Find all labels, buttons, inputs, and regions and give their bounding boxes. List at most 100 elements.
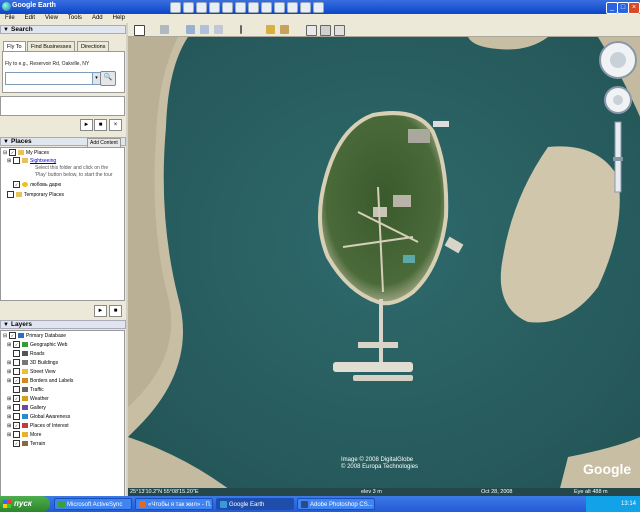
quick-tool-9[interactable] <box>274 2 285 13</box>
tour-play-button[interactable]: ► <box>94 305 107 317</box>
layer-item[interactable]: ⊞ ✓ Geographic Web <box>7 341 67 349</box>
status-coordinates: 25°13'10.2"N 55°08'15.20"E <box>130 489 199 495</box>
google-maps-icon[interactable] <box>334 25 345 36</box>
path-tool-icon[interactable] <box>200 25 209 34</box>
folder-icon <box>16 192 22 198</box>
play-button[interactable]: ► <box>80 119 93 131</box>
polygon-tool-icon[interactable] <box>186 25 195 34</box>
attribution-imagery: Image © 2008 DigitalGlobe <box>341 457 414 463</box>
layer-label: Borders and Labels <box>30 378 74 384</box>
menu-bar: File Edit View Tools Add Help <box>0 14 640 23</box>
taskbar-item[interactable]: «Чтобы я так жил» - П... <box>135 498 213 510</box>
layer-icon <box>22 432 28 438</box>
start-button[interactable]: пуск <box>0 496 50 512</box>
layer-checkbox[interactable]: ✓ <box>13 341 20 349</box>
layer-label: 3D Buildings <box>30 360 59 366</box>
satellite-image <box>128 37 640 496</box>
layer-checkbox[interactable] <box>13 368 20 376</box>
search-button[interactable]: 🔍 <box>100 71 116 86</box>
layer-checkbox[interactable] <box>13 413 20 421</box>
taskbar-item[interactable]: Google Earth <box>216 498 294 510</box>
layer-icon <box>22 423 28 429</box>
layer-item[interactable]: Traffic <box>7 386 44 394</box>
search-results-list <box>0 96 125 116</box>
layer-label: Gallery <box>30 405 46 411</box>
taskbar: пуск Microsoft ActiveSync «Чтобы я так жи… <box>0 496 640 512</box>
search-panel-header[interactable]: ▼ Search <box>0 25 126 34</box>
map-view[interactable]: Image © 2008 DigitalGlobe © 2008 Europa … <box>128 37 640 496</box>
quick-tool-10[interactable] <box>287 2 298 13</box>
layer-item[interactable]: ⊟ ✓ Primary Database <box>3 332 66 340</box>
menu-tools[interactable]: Tools <box>63 14 87 23</box>
print-icon[interactable] <box>320 25 331 36</box>
window-title: Google Earth <box>12 2 56 9</box>
ruler-icon[interactable] <box>240 25 242 34</box>
layer-icon <box>22 360 28 366</box>
places-item-placemark[interactable]: ✓ любовь дарю <box>13 181 61 189</box>
system-tray: 13:14 <box>586 496 640 512</box>
layer-item[interactable]: ⊞ More <box>7 431 41 439</box>
menu-edit[interactable]: Edit <box>20 14 40 23</box>
layer-item[interactable]: ⊞ Street View <box>7 368 55 376</box>
windows-logo-icon <box>3 500 11 508</box>
layer-checkbox[interactable] <box>13 431 20 439</box>
quick-tool-2[interactable] <box>183 2 194 13</box>
places-item-my-places[interactable]: ⊟ ✓ My Places <box>3 149 49 157</box>
places-item-temporary[interactable]: Temporary Places <box>7 191 64 199</box>
quick-tool-4[interactable] <box>209 2 220 13</box>
layer-checkbox[interactable] <box>13 350 20 358</box>
quick-tool-12[interactable] <box>313 2 324 13</box>
layer-item[interactable]: ⊞ ✓ Places of Interest <box>7 422 69 430</box>
menu-help[interactable]: Help <box>108 14 130 23</box>
layer-item[interactable]: Roads <box>7 350 44 358</box>
fly-to-hint: Fly to e.g., Reservoir Rd, Oakville, NY <box>5 61 90 67</box>
layer-checkbox[interactable]: ✓ <box>13 440 20 448</box>
layer-item[interactable]: ⊞ Gallery <box>7 404 46 412</box>
layer-label: Terrain <box>30 441 46 447</box>
sidebar-toggle-icon[interactable] <box>134 25 145 36</box>
layer-checkbox[interactable]: ✓ <box>13 377 20 385</box>
layer-checkbox[interactable]: ✓ <box>9 332 16 340</box>
app-icon <box>139 501 146 508</box>
layer-checkbox[interactable] <box>13 404 20 412</box>
layers-panel-header[interactable]: ▼ Layers <box>0 320 126 329</box>
overlay-tool-icon[interactable] <box>214 25 223 34</box>
sun-icon[interactable] <box>266 25 275 34</box>
taskbar-item-label: Microsoft ActiveSync <box>67 502 123 508</box>
layer-item[interactable]: ⊞ ✓ Weather <box>7 395 49 403</box>
menu-add[interactable]: Add <box>87 14 108 23</box>
email-icon[interactable] <box>306 25 317 36</box>
clock: 13:14 <box>620 501 636 507</box>
quick-tool-11[interactable] <box>300 2 311 13</box>
layer-checkbox[interactable]: ✓ <box>13 395 20 403</box>
layer-item[interactable]: ⊞ Global Awareness <box>7 413 70 421</box>
taskbar-item-label: «Чтобы я так жил» - П... <box>148 502 213 508</box>
quick-tool-6[interactable] <box>235 2 246 13</box>
quick-tool-1[interactable] <box>170 2 181 13</box>
taskbar-item[interactable]: Adobe Photoshop CS... <box>297 498 375 510</box>
menu-file[interactable]: File <box>0 14 20 23</box>
layer-label: Street View <box>30 369 56 375</box>
quick-tool-3[interactable] <box>196 2 207 13</box>
layer-item[interactable]: ⊞ 3D Buildings <box>7 359 58 367</box>
taskbar-item-label: Google Earth <box>229 502 265 508</box>
layer-label: Weather <box>30 396 49 402</box>
menu-view[interactable]: View <box>40 14 63 23</box>
quick-tool-5[interactable] <box>222 2 233 13</box>
layer-checkbox[interactable] <box>13 386 20 394</box>
quick-tool-7[interactable] <box>248 2 259 13</box>
clear-button[interactable]: × <box>109 119 122 131</box>
layer-checkbox[interactable]: ✓ <box>13 422 20 430</box>
attribution-data: © 2008 Europa Technologies <box>341 464 419 470</box>
layer-item[interactable]: ⊞ ✓ Borders and Labels <box>7 377 73 385</box>
fly-to-input[interactable] <box>5 72 95 85</box>
sky-icon[interactable] <box>280 25 289 34</box>
taskbar-item[interactable]: Microsoft ActiveSync <box>54 498 132 510</box>
tour-stop-button[interactable]: ■ <box>109 305 122 317</box>
layer-item[interactable]: ✓ Terrain <box>7 440 45 448</box>
layer-checkbox[interactable] <box>13 359 20 367</box>
placemark-tool-icon[interactable] <box>160 25 169 34</box>
quick-tool-8[interactable] <box>261 2 272 13</box>
stop-button[interactable]: ■ <box>94 119 107 131</box>
close-button[interactable]: × <box>628 2 640 14</box>
